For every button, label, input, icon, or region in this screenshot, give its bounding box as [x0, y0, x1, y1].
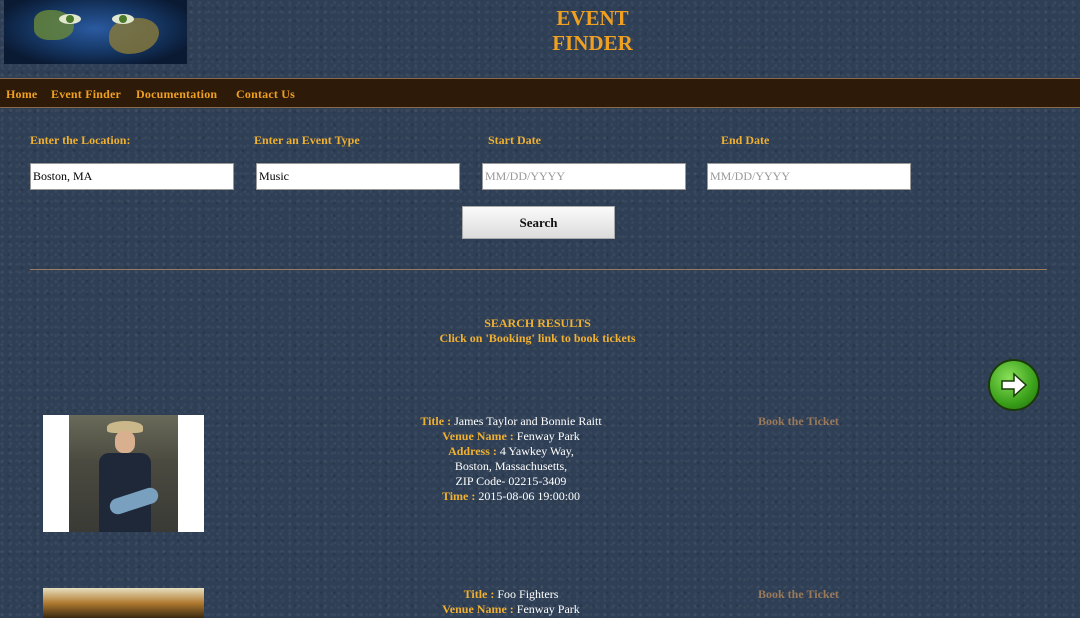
venue-key: Venue Name : [442, 429, 514, 443]
end-date-label: End Date [721, 133, 770, 147]
event-address-line1: 4 Yawkey Way, [499, 444, 574, 458]
event-type-label: Enter an Event Type [254, 133, 360, 147]
event-venue: Fenway Park [516, 602, 580, 616]
results-heading: SEARCH RESULTS Click on 'Booking' link t… [340, 316, 735, 346]
event-title: James Taylor and Bonnie Raitt [454, 414, 602, 428]
logo-eye [112, 14, 134, 24]
title-key: Title : [463, 587, 495, 601]
venue-key: Venue Name : [442, 602, 514, 616]
nav-bar: Home Event Finder Documentation Contact … [0, 78, 1080, 108]
nav-item-documentation[interactable]: Documentation [136, 87, 217, 102]
event-photo [69, 415, 178, 532]
book-ticket-link[interactable]: Book the Ticket [758, 414, 839, 429]
event-photo-face [115, 431, 135, 453]
results-title: SEARCH RESULTS [484, 316, 591, 330]
search-button[interactable]: Search [462, 206, 615, 239]
event-address-line2: Boston, Massachusetts, [454, 459, 568, 473]
event-image [43, 415, 204, 532]
event-venue: Fenway Park [516, 429, 580, 443]
right-arrow-icon[interactable] [988, 359, 1040, 411]
book-ticket-link[interactable]: Book the Ticket [758, 587, 839, 602]
event-title: Foo Fighters [497, 587, 559, 601]
logo-image [4, 0, 187, 64]
address-key: Address : [448, 444, 497, 458]
page-title-line1: EVENT [556, 6, 629, 30]
event-image [43, 588, 204, 618]
title-key: Title : [420, 414, 452, 428]
results-instructions: Click on 'Booking' link to book tickets [439, 331, 636, 345]
event-time: 2015-08-06 19:00:00 [478, 489, 581, 503]
start-date-label: Start Date [488, 133, 541, 147]
nav-item-home[interactable]: Home [6, 87, 37, 102]
logo-land-shape [109, 18, 159, 54]
event-type-input[interactable] [256, 163, 460, 190]
page-title: EVENT FINDER [520, 6, 665, 56]
location-label: Enter the Location: [30, 133, 131, 147]
start-date-input[interactable] [482, 163, 686, 190]
event-address-line3: ZIP Code- 02215-3409 [455, 474, 567, 488]
location-input[interactable] [30, 163, 234, 190]
time-key: Time : [441, 489, 476, 503]
nav-item-event-finder[interactable]: Event Finder [51, 87, 121, 102]
end-date-input[interactable] [707, 163, 911, 190]
page-title-line2: FINDER [552, 31, 633, 55]
event-photo [43, 588, 204, 618]
logo-eye [59, 14, 81, 24]
event-details: Title : James Taylor and Bonnie Raitt Ve… [380, 414, 642, 504]
divider [30, 269, 1047, 270]
nav-item-contact-us[interactable]: Contact Us [236, 87, 295, 102]
